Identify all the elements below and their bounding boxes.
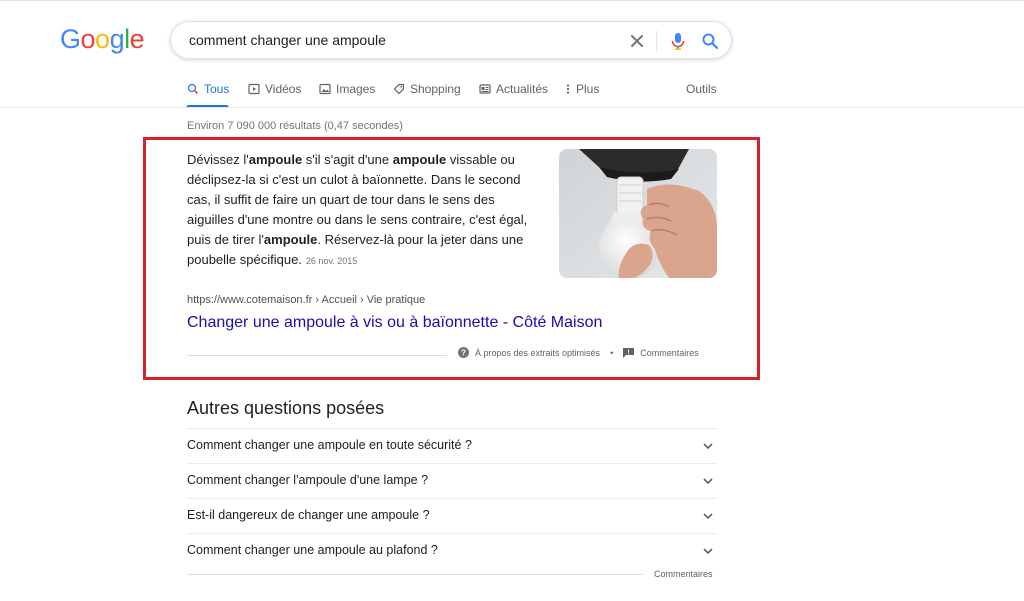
tag-icon: [393, 83, 405, 95]
tab-label: Actualités: [496, 82, 549, 96]
mic-icon[interactable]: [667, 30, 689, 52]
chevron-down-icon: [703, 513, 713, 520]
video-icon: [248, 83, 260, 95]
snippet-thumbnail[interactable]: [559, 149, 717, 278]
snippet-divider: [187, 355, 447, 356]
paa-question[interactable]: Comment changer une ampoule en toute séc…: [187, 428, 717, 463]
tools-button[interactable]: Outils: [686, 82, 717, 96]
snippet-keyword: ampoule: [392, 152, 447, 167]
footer-separator: •: [610, 347, 614, 358]
logo-letter: e: [129, 24, 145, 54]
chevron-down-icon: [703, 478, 713, 485]
search-tabs: Tous Vidéos Images Shopping Actualités P…: [0, 78, 1024, 108]
tab-label: Tous: [204, 82, 230, 96]
tab-plus[interactable]: Plus: [565, 82, 599, 96]
result-url[interactable]: https://www.cotemaison.fr › Accueil › Vi…: [187, 294, 425, 306]
close-icon[interactable]: [626, 30, 648, 52]
paa-question-text: Comment changer l'ampoule d'une lampe ?: [187, 473, 429, 487]
image-icon: [319, 83, 331, 95]
tabs-divider: [0, 107, 1024, 108]
search-box: [170, 21, 732, 59]
snippet-keyword: ampoule: [263, 232, 318, 247]
logo-letter: o: [95, 24, 110, 54]
more-vert-icon: [566, 84, 570, 94]
news-icon: [479, 84, 491, 94]
featured-snippet-text: Dévissez l'ampoule s'il s'agit d'une amp…: [187, 150, 539, 271]
paa-question-text: Comment changer une ampoule en toute séc…: [187, 438, 472, 452]
paa-question-text: Comment changer une ampoule au plafond ?: [187, 543, 438, 557]
tab-shopping[interactable]: Shopping: [393, 82, 461, 96]
paa-feedback-link[interactable]: Commentaires: [654, 569, 713, 579]
paa-question-text: Est-il dangereux de changer une ampoule …: [187, 508, 430, 522]
paa-question[interactable]: Comment changer une ampoule au plafond ?: [187, 533, 717, 568]
feedback-link[interactable]: Commentaires: [640, 348, 699, 358]
result-stats: Environ 7 090 000 résultats (0,47 second…: [187, 120, 403, 132]
top-border: [0, 0, 1024, 1]
paa-question[interactable]: Comment changer l'ampoule d'une lampe ?: [187, 463, 717, 498]
logo-letter: o: [80, 24, 96, 54]
tab-label: Vidéos: [265, 82, 302, 96]
tools-label: Outils: [686, 82, 717, 96]
tab-label: Shopping: [410, 82, 461, 96]
snippet-footer: ? À propos des extraits optimisés • Comm…: [458, 347, 699, 358]
search-divider: [656, 31, 657, 51]
tab-label: Images: [336, 82, 376, 96]
logo-letter: g: [109, 24, 125, 54]
feedback-icon: [623, 347, 635, 358]
tab-tous[interactable]: Tous: [187, 82, 229, 96]
logo-letter: G: [60, 24, 81, 54]
snippet-segment: s'il s'agit d'une: [302, 152, 393, 167]
about-snippets-link[interactable]: À propos des extraits optimisés: [475, 348, 600, 358]
google-logo[interactable]: Google: [60, 24, 145, 55]
snippet-keyword: ampoule: [248, 152, 303, 167]
paa-question[interactable]: Est-il dangereux de changer une ampoule …: [187, 498, 717, 533]
tab-videos[interactable]: Vidéos: [248, 82, 301, 96]
tab-images[interactable]: Images: [319, 82, 375, 96]
chevron-down-icon: [703, 443, 713, 450]
paa-title: Autres questions posées: [187, 398, 385, 418]
search-input[interactable]: [187, 31, 611, 49]
search-icon: [187, 83, 199, 95]
result-title-link[interactable]: Changer une ampoule à vis ou à baïonnett…: [187, 314, 602, 332]
chevron-down-icon: [703, 548, 713, 555]
paa-divider: [187, 574, 643, 575]
tab-actualites[interactable]: Actualités: [479, 82, 548, 96]
snippet-date: 26 nov. 2015: [305, 256, 358, 266]
tab-label: Plus: [576, 82, 600, 96]
svg-text:?: ?: [461, 348, 466, 357]
snippet-segment: Dévissez l': [187, 152, 249, 167]
search-icon[interactable]: [699, 30, 721, 52]
help-icon: ?: [458, 347, 469, 358]
